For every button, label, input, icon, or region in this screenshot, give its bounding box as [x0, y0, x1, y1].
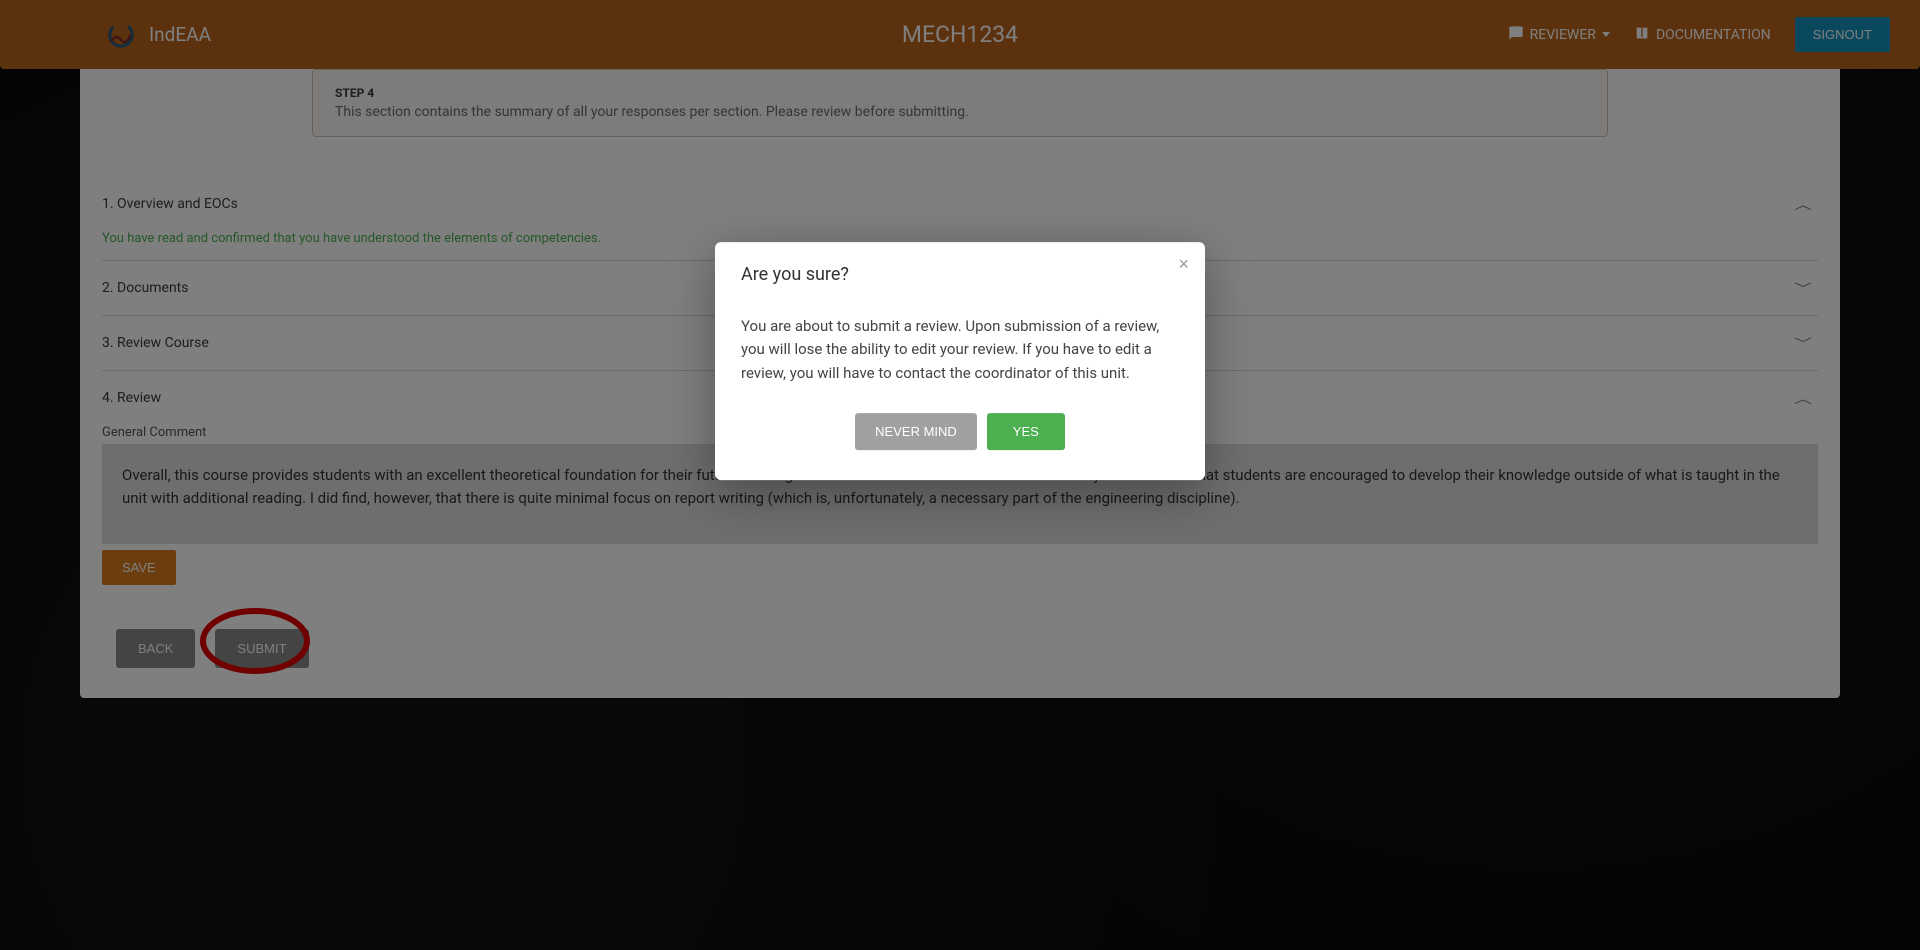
modal-actions: NEVER MIND YES: [741, 413, 1179, 450]
yes-button[interactable]: YES: [987, 413, 1065, 450]
confirm-modal: × Are you sure? You are about to submit …: [715, 242, 1205, 480]
never-mind-button[interactable]: NEVER MIND: [855, 413, 977, 450]
modal-title: Are you sure?: [741, 264, 1179, 285]
modal-body: You are about to submit a review. Upon s…: [741, 315, 1179, 385]
close-icon[interactable]: ×: [1178, 254, 1189, 275]
